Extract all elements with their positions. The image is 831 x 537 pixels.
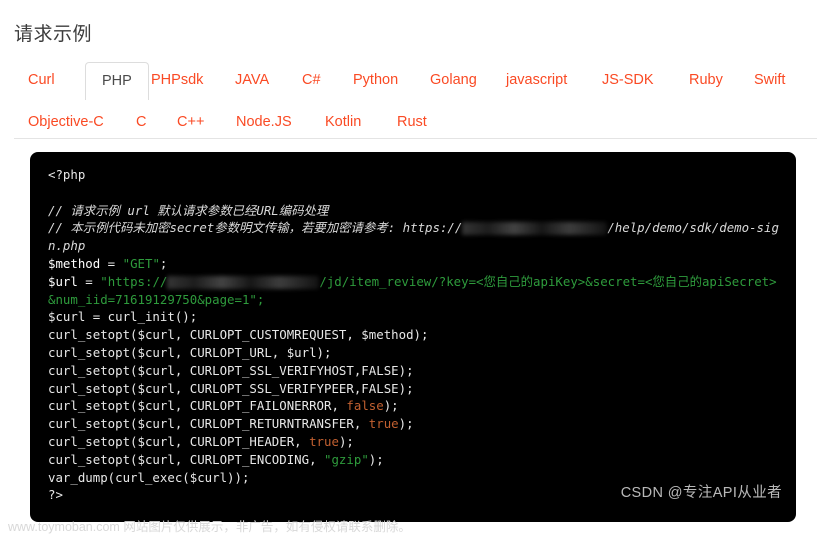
tab-kotlin[interactable]: Kotlin xyxy=(325,114,361,130)
tab-curl[interactable]: Curl xyxy=(28,72,55,88)
tab-row-primary: Curl PHP PHPsdk JAVA C# Python Golang javascrip… xyxy=(14,55,817,100)
code-line: curl_setopt($curl, CURLOPT_SSL_VERIFYHOS… xyxy=(48,362,414,378)
tab-swift[interactable]: Swift xyxy=(754,72,785,88)
tab-php[interactable]: PHP xyxy=(85,61,149,100)
code-line: // 请求示例 url 默认请求参数已经URL编码处理 xyxy=(48,202,329,218)
code-line: curl_setopt($curl, CURLOPT_HEADER, true)… xyxy=(48,433,354,449)
tabs-divider xyxy=(14,138,817,139)
code-sample-text[interactable]: <?php // 请求示例 url 默认请求参数已经URL编码处理 // 本示例… xyxy=(48,166,780,504)
code-line: $url = "https:///jd/item_review/?key=<您自… xyxy=(48,273,777,307)
tab-c[interactable]: C xyxy=(136,114,146,130)
redacted-domain xyxy=(462,222,608,236)
code-line: // 本示例代码未加密secret参数明文传输，若要加密请参考: https:/… xyxy=(48,220,779,254)
tab-javascript[interactable]: javascript xyxy=(506,72,567,88)
code-line: $method = "GET"; xyxy=(48,255,168,271)
redacted-domain xyxy=(167,275,320,289)
tab-phpsdk[interactable]: PHPsdk xyxy=(151,72,203,88)
tab-java[interactable]: JAVA xyxy=(235,72,269,88)
tab-node-js[interactable]: Node.JS xyxy=(236,114,292,130)
page-title: 请求示例 xyxy=(14,23,93,45)
tab-golang[interactable]: Golang xyxy=(430,72,477,88)
tab-c-[interactable]: C++ xyxy=(177,114,204,130)
code-line: var_dump(curl_exec($curl)); xyxy=(48,469,250,485)
tab-c-[interactable]: C# xyxy=(302,72,321,88)
code-line: curl_setopt($curl, CURLOPT_RETURNTRANSFE… xyxy=(48,416,414,432)
tab-js-sdk[interactable]: JS-SDK xyxy=(602,72,654,88)
tab-row-secondary: Objective-C C C++ Node.JS Kotlin Rust xyxy=(14,100,817,140)
code-sample-block: <?php // 请求示例 url 默认请求参数已经URL编码处理 // 本示例… xyxy=(30,152,796,522)
tab-rust[interactable]: Rust xyxy=(397,114,427,130)
code-line: curl_setopt($curl, CURLOPT_ENCODING, "gz… xyxy=(48,451,384,467)
tab-ruby[interactable]: Ruby xyxy=(689,72,723,88)
footer-disclaimer: www.toymoban.com 网站图片仅供展示，非广告，如有侵权请联系删除。 xyxy=(8,520,411,534)
tab-python[interactable]: Python xyxy=(353,72,398,88)
code-line: curl_setopt($curl, CURLOPT_FAILONERROR, … xyxy=(48,398,399,414)
code-line: curl_setopt($curl, CURLOPT_SSL_VERIFYPEE… xyxy=(48,380,414,396)
code-line: curl_setopt($curl, CURLOPT_URL, $url); xyxy=(48,344,332,360)
code-line: $curl = curl_init(); xyxy=(48,309,198,325)
code-line: ?> xyxy=(48,487,63,503)
code-line: <?php xyxy=(48,167,86,182)
tab-objective-c[interactable]: Objective-C xyxy=(28,114,104,130)
language-tabs: Curl PHP PHPsdk JAVA C# Python Golang javascrip… xyxy=(14,55,817,140)
code-line: curl_setopt($curl, CURLOPT_CUSTOMREQUEST… xyxy=(48,327,429,343)
